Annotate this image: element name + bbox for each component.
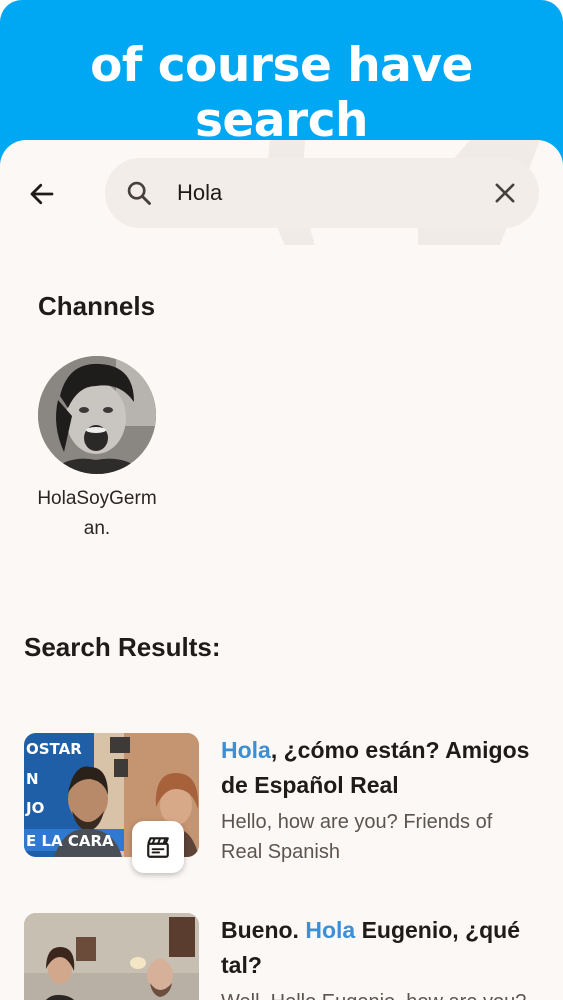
result-translation: Well. Hello Eugenio, how are you?	[221, 987, 531, 1000]
back-button[interactable]	[22, 174, 62, 214]
channel-item[interactable]: HolaSoyGerman.	[26, 356, 168, 544]
close-icon[interactable]	[491, 179, 519, 207]
search-highlight: Hola	[305, 917, 356, 943]
clip-badge	[132, 821, 184, 873]
channel-name: HolaSoyGerman.	[37, 488, 157, 539]
clapperboard-icon	[147, 837, 169, 858]
search-screen: Channels HolaSoyGerman. Search Results:	[0, 140, 563, 1000]
svg-text:JO: JO	[25, 799, 44, 817]
search-bar	[105, 158, 539, 228]
results-heading: Search Results:	[24, 632, 221, 662]
svg-text:E LA CARA: E LA CARA	[26, 832, 114, 850]
svg-text:OSTAR: OSTAR	[26, 740, 82, 758]
channel-avatar	[38, 356, 156, 474]
arrow-left-icon	[30, 183, 54, 205]
result-title: Bueno. Hola Eugenio, ¿qué tal?	[221, 917, 521, 978]
search-icon	[127, 181, 151, 205]
banner-title: of course have search	[90, 38, 473, 148]
svg-text:N: N	[26, 770, 39, 788]
search-highlight: Hola	[221, 737, 271, 763]
channels-heading: Channels	[38, 291, 156, 321]
result-translation: Hello, how are you? Friends of Real Span…	[221, 811, 493, 863]
search-input[interactable]	[177, 175, 477, 211]
result-thumbnail	[24, 913, 199, 1000]
result-title: Hola, ¿cómo están? Amigos de Español Rea…	[221, 737, 530, 798]
